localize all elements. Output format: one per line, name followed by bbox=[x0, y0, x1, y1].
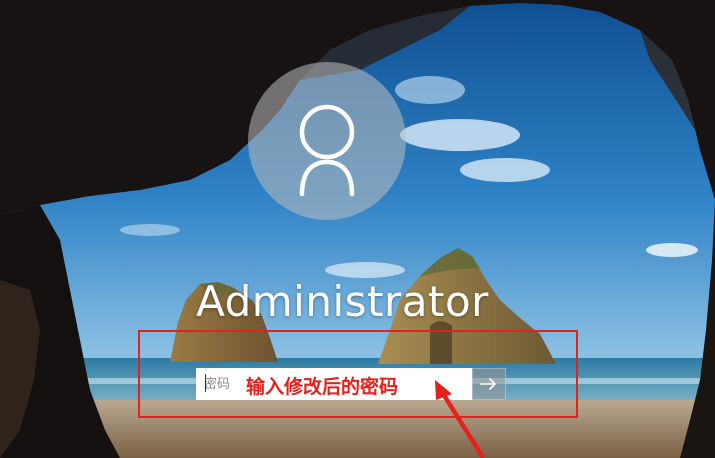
annotation-arrow-icon bbox=[435, 380, 485, 458]
